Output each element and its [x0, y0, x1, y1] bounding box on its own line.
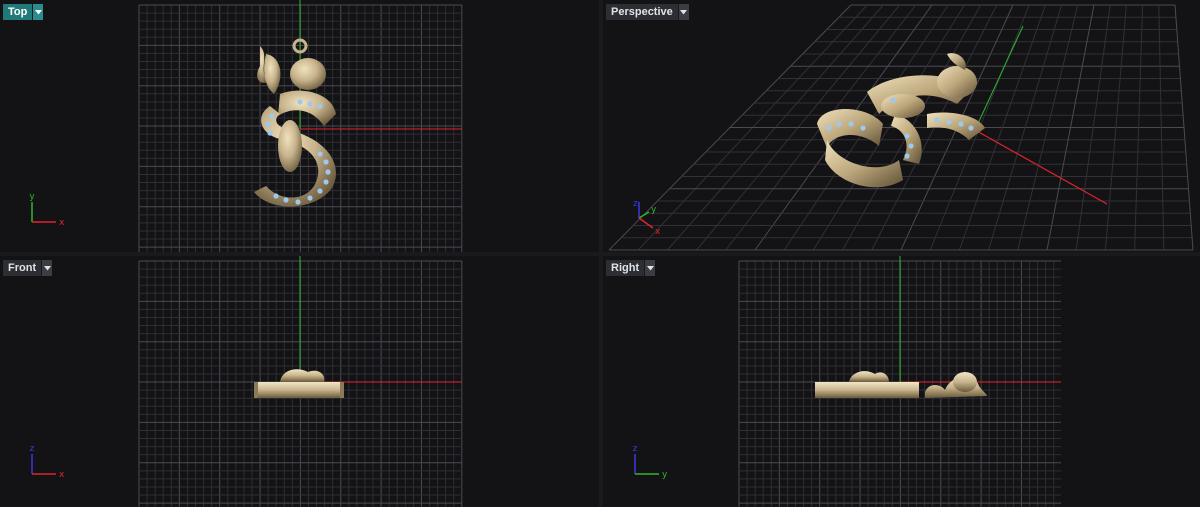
- pendant-model-perspective[interactable]: [807, 44, 1007, 194]
- chevron-down-icon[interactable]: [32, 4, 44, 20]
- viewport-label: Perspective: [606, 4, 678, 20]
- chevron-down-icon[interactable]: [677, 4, 689, 20]
- chevron-down-icon[interactable]: [644, 260, 656, 276]
- axis-label-x: x: [59, 470, 65, 480]
- top-viewport[interactable]: Top y x: [0, 0, 599, 252]
- axis-label-x: x: [655, 227, 661, 237]
- pendant-model-right[interactable]: [815, 366, 991, 402]
- tab-right-viewport[interactable]: Right: [606, 260, 656, 276]
- axis-triad-icon: y x: [26, 190, 66, 235]
- axis-triad-icon: z x: [26, 442, 66, 487]
- tab-top-viewport[interactable]: Top: [3, 4, 44, 20]
- viewport-label: Front: [3, 260, 42, 276]
- axis-label-y: y: [662, 470, 668, 480]
- right-viewport[interactable]: Right z y: [603, 256, 1200, 507]
- viewport-label: Top: [3, 4, 33, 20]
- viewport-label: Right: [606, 260, 645, 276]
- axis-label-z: z: [30, 444, 35, 454]
- axis-label-x: x: [59, 218, 65, 228]
- axis-label-y: y: [29, 192, 35, 202]
- axis-triad-icon: z y x: [629, 196, 673, 245]
- pendant-model-top[interactable]: [240, 36, 350, 216]
- perspective-viewport[interactable]: Perspective z y x: [603, 0, 1200, 252]
- pendant-model-front[interactable]: [252, 364, 348, 402]
- axis-label-z: z: [633, 444, 638, 454]
- axis-triad-icon: z y: [629, 442, 669, 487]
- tab-front-viewport[interactable]: Front: [3, 260, 53, 276]
- chevron-down-icon[interactable]: [41, 260, 53, 276]
- axis-label-y: y: [651, 205, 657, 215]
- front-viewport[interactable]: Front z x: [0, 256, 599, 507]
- axis-label-z: z: [633, 199, 638, 209]
- tab-perspective-viewport[interactable]: Perspective: [606, 4, 689, 20]
